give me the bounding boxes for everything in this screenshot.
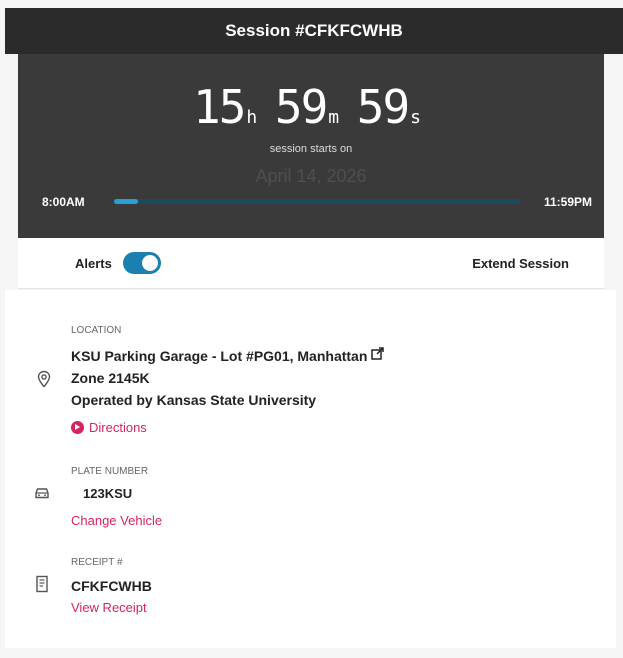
start-date: April 14, 2026 bbox=[255, 166, 367, 186]
view-receipt-link[interactable]: View Receipt bbox=[71, 600, 147, 615]
plate-number: 123KSU bbox=[83, 486, 133, 501]
minutes-unit: m bbox=[328, 107, 340, 128]
operator-text: Operated by Kansas State University bbox=[71, 392, 317, 408]
zone-text: Zone 2145K bbox=[71, 370, 150, 386]
location-label: LOCATION bbox=[71, 325, 122, 336]
alerts-label: Alerts bbox=[75, 256, 112, 271]
location-pin-icon bbox=[37, 370, 51, 388]
session-progress-fill bbox=[114, 199, 139, 204]
location-name-row: KSU Parking Garage - Lot #PG01, Manhatta… bbox=[71, 347, 385, 364]
session-title-bar: Session #CFKFCWHB bbox=[5, 8, 623, 54]
receipt-number: CFKFCWHB bbox=[71, 578, 152, 594]
hours-value: 15 bbox=[193, 80, 246, 134]
directions-label: Directions bbox=[89, 420, 147, 435]
extend-session-button[interactable]: Extend Session bbox=[472, 256, 569, 271]
car-icon bbox=[35, 488, 49, 499]
session-details: LOCATION KSU Parking Garage - Lot #PG01,… bbox=[5, 290, 616, 648]
toggle-knob bbox=[142, 255, 158, 271]
session-title: Session #CFKFCWHB bbox=[225, 21, 403, 40]
receipt-label: RECEIPT # bbox=[71, 557, 123, 568]
countdown-timer: 15 h 59 m 59 s bbox=[18, 80, 604, 134]
change-vehicle-link[interactable]: Change Vehicle bbox=[71, 513, 162, 528]
countdown-panel: 15 h 59 m 59 s session starts on April 14, … bbox=[18, 54, 604, 238]
receipt-icon bbox=[36, 575, 48, 593]
location-name: KSU Parking Garage - Lot #PG01, Manhatta… bbox=[71, 348, 368, 364]
session-progress-bar bbox=[114, 199, 520, 204]
starts-label: session starts on bbox=[269, 143, 353, 155]
alerts-bar: Alerts Extend Session bbox=[18, 238, 604, 289]
start-time: 8:00AM bbox=[42, 195, 85, 209]
directions-icon bbox=[71, 421, 84, 434]
seconds-value: 59 bbox=[356, 80, 410, 134]
plate-label: PLATE NUMBER bbox=[71, 466, 149, 477]
hours-unit: h bbox=[246, 107, 258, 128]
seconds-unit: s bbox=[410, 107, 421, 128]
end-time: 11:59PM bbox=[543, 195, 592, 209]
external-link-icon[interactable] bbox=[371, 347, 385, 360]
alerts-toggle[interactable] bbox=[123, 252, 161, 274]
directions-link[interactable]: Directions bbox=[71, 420, 147, 435]
minutes-value: 59 bbox=[274, 80, 328, 134]
